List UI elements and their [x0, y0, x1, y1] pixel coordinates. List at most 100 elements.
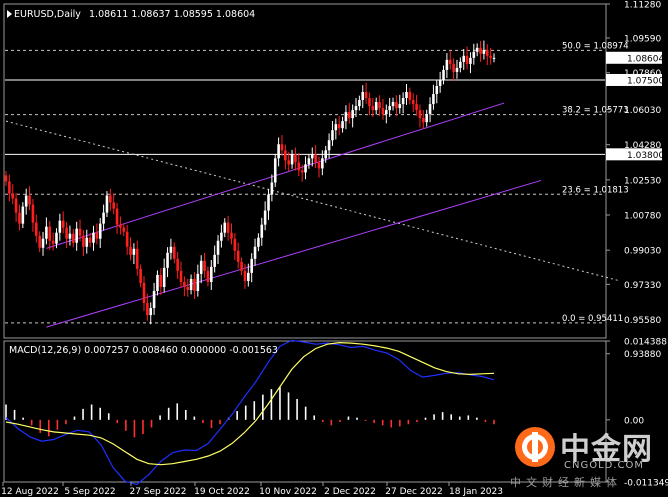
candle-body: [68, 233, 72, 239]
candle-body: [28, 195, 31, 205]
fib-level-label: 50.0 = 1.08974: [562, 41, 629, 51]
macd-tick-label: 0.014388: [624, 338, 667, 348]
candle-body: [233, 238, 237, 251]
candle-body: [391, 102, 395, 107]
candle-body: [179, 270, 183, 282]
candle-body: [368, 98, 371, 107]
candle-body: [465, 55, 469, 64]
candle-body: [196, 273, 200, 291]
candle-body: [341, 121, 344, 129]
candle-body: [166, 252, 169, 268]
candle-body: [321, 158, 324, 169]
candle-body: [105, 195, 109, 213]
y-tick-label: 1.09590: [624, 34, 661, 44]
candle-body: [45, 226, 48, 239]
candle-body: [88, 237, 92, 243]
candle-body: [294, 154, 297, 163]
candle-body: [142, 282, 146, 304]
candle-body: [162, 267, 166, 287]
candle-body: [334, 124, 338, 131]
candle-body: [435, 85, 439, 95]
candle-body: [422, 118, 425, 123]
y-tick-label: 1.00780: [624, 212, 661, 222]
watermark: 中金网 CNGOLD.COM 中文财经新媒体: [508, 420, 668, 497]
candle-body: [51, 240, 55, 244]
x-tick-label: 2 Dec 2022: [324, 487, 376, 497]
candle-body: [324, 150, 328, 159]
candle-body: [58, 220, 62, 233]
candle-body: [102, 212, 105, 224]
candle-body: [337, 124, 341, 129]
candle-body: [172, 246, 176, 259]
candle-body: [475, 47, 479, 52]
candle-body: [260, 224, 264, 238]
candle-body: [385, 110, 388, 115]
x-tick-label: 10 Nov 2022: [259, 487, 317, 497]
candle-body: [492, 57, 496, 59]
candle-body: [455, 67, 459, 72]
candle-body: [98, 223, 102, 239]
candle-body: [398, 104, 402, 109]
candle-body: [277, 144, 280, 159]
candle-body: [41, 238, 45, 248]
candle-body: [55, 232, 58, 244]
candle-body: [388, 106, 391, 111]
candle-body: [156, 274, 159, 291]
candle-body: [280, 144, 284, 151]
candle-body: [428, 104, 432, 115]
y-tick-label: 0.97330: [624, 281, 661, 291]
candle-body: [304, 164, 307, 173]
candle-body: [220, 232, 223, 241]
candle-body: [109, 195, 112, 203]
candle-body: [112, 202, 115, 209]
fib-level-label: 23.6 = 1.01813: [562, 185, 629, 195]
candle-body: [223, 222, 227, 233]
candle-body: [270, 182, 274, 195]
candle-body: [203, 260, 206, 271]
candle-body: [247, 272, 250, 281]
candle-body: [374, 102, 378, 111]
candle-body: [290, 154, 294, 165]
candle-body: [358, 100, 361, 107]
candle-body: [438, 79, 442, 86]
candle-body: [236, 250, 240, 262]
candle-body: [411, 100, 415, 105]
candle-body: [11, 193, 15, 199]
candle-body: [122, 227, 126, 232]
candle-body: [448, 59, 452, 64]
candle-body: [132, 248, 136, 255]
candle-body: [250, 258, 253, 273]
y-tick-label: 0.99030: [624, 247, 661, 257]
x-tick-label: 27 Dec 2022: [385, 487, 443, 497]
y-tick-label: 1.02530: [624, 176, 661, 186]
candle-body: [354, 106, 358, 111]
candle-body: [442, 69, 445, 80]
candle-body: [472, 51, 476, 58]
fib-level-label: 0.0 = 0.95411: [562, 314, 623, 324]
candle-body: [31, 204, 35, 223]
candle-body: [193, 278, 196, 291]
candle-body: [459, 61, 462, 68]
candle-body: [169, 246, 173, 253]
watermark-domain: CNGOLD.COM: [564, 460, 645, 471]
candle-body: [361, 92, 365, 101]
candle-body: [129, 246, 132, 255]
candle-body: [186, 286, 190, 290]
candle-body: [8, 181, 11, 194]
candle-body: [425, 114, 428, 123]
candle-body: [92, 232, 95, 243]
candle-body: [395, 102, 398, 109]
candle-body: [209, 266, 213, 282]
candle-body: [152, 290, 156, 309]
candle-body: [267, 194, 270, 211]
candle-body: [347, 112, 351, 119]
candle-body: [48, 226, 52, 241]
macd-header: MACD(12,26,9) 0.007257 0.008460 0.000000…: [9, 345, 278, 356]
candle-body: [253, 246, 257, 259]
candle-body: [95, 232, 99, 239]
symbol-label: EURUSD,Daily: [14, 9, 81, 20]
candle-body: [38, 235, 41, 248]
candle-body: [378, 102, 381, 109]
candle-body: [287, 160, 291, 165]
candle-body: [401, 98, 405, 105]
